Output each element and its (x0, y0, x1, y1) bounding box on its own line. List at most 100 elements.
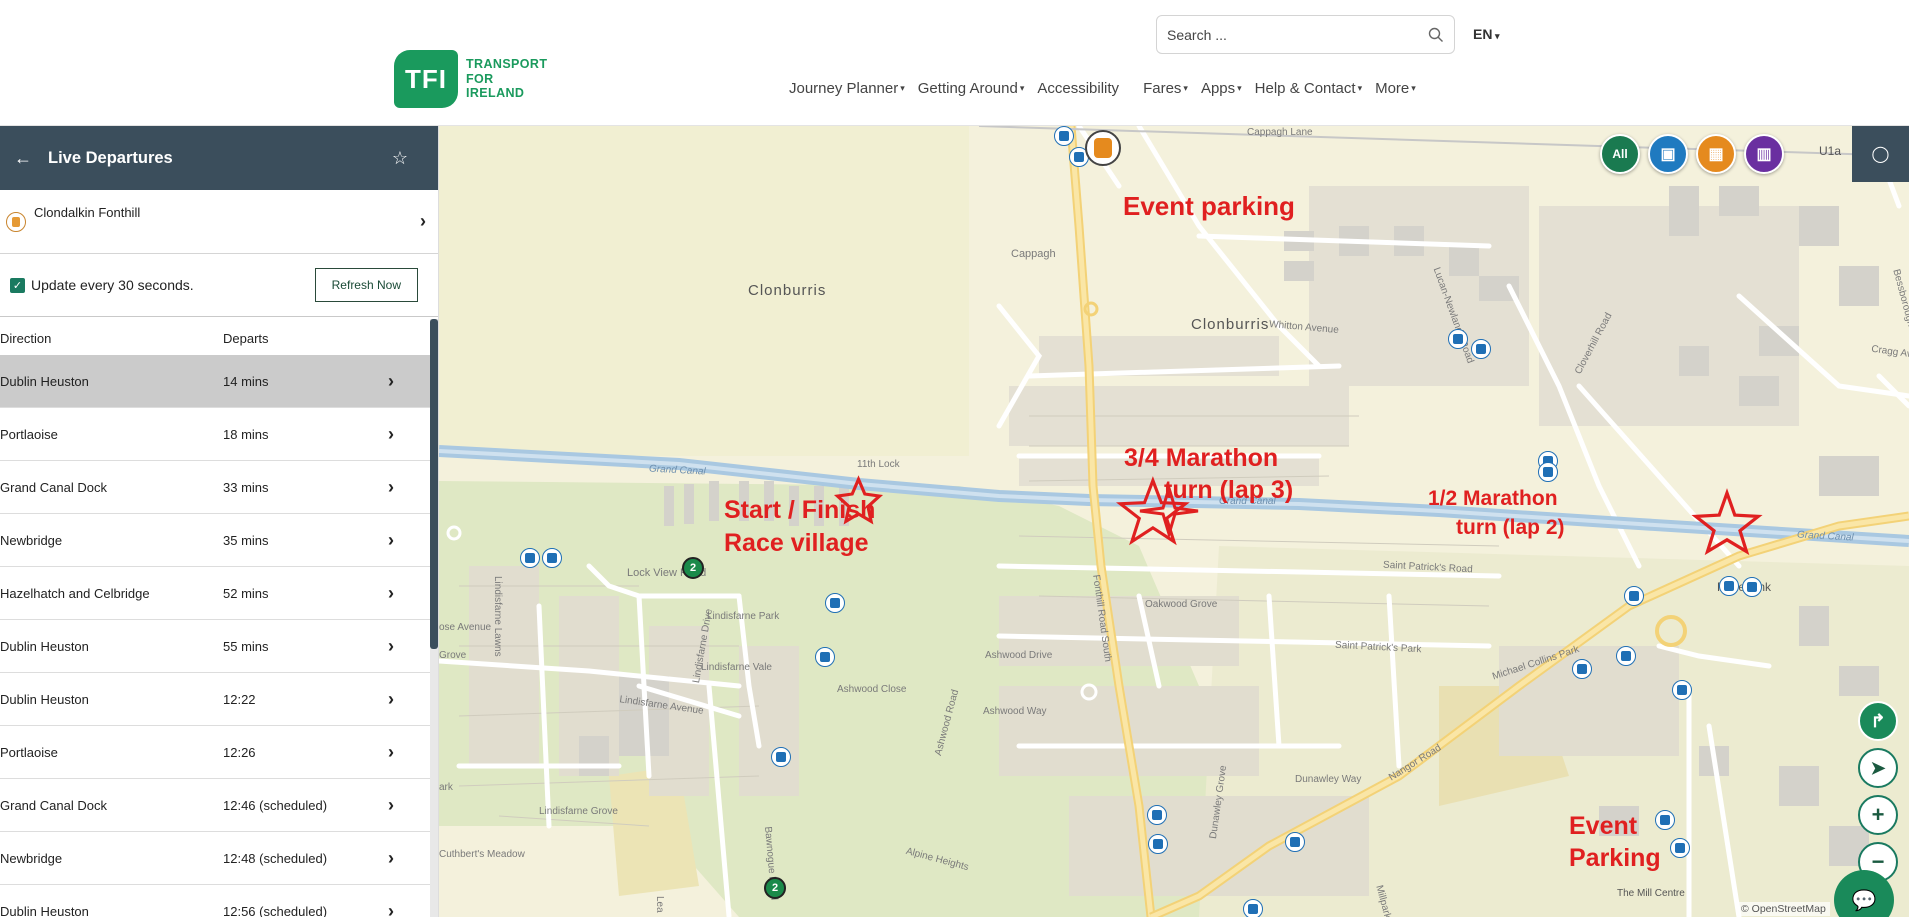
street-label: Grove (439, 650, 467, 661)
bus-stop-marker[interactable] (1719, 576, 1739, 596)
bus-icon (1248, 904, 1258, 914)
bus-icon (1453, 334, 1463, 344)
departure-row[interactable]: Grand Canal Dock 12:46 (scheduled) › (0, 779, 430, 832)
nav-item-label: Help & Contact (1254, 80, 1356, 97)
bus-stop-marker[interactable] (1147, 805, 1167, 825)
bus-stop-marker[interactable] (1742, 577, 1762, 597)
search-input[interactable] (1167, 26, 1428, 43)
bus-stop-marker[interactable] (771, 747, 791, 767)
bus-stop-marker[interactable] (815, 647, 835, 667)
departure-row[interactable]: Hazelhatch and Celbridge 52 mins › (0, 567, 430, 620)
tfi-logo[interactable]: TFI TRANSPORT FOR IRELAND (394, 50, 547, 108)
nav-item-label: More (1375, 80, 1410, 97)
chevron-down-icon: ▾ (1237, 83, 1242, 93)
locate-me-button[interactable]: ➤ (1858, 748, 1898, 788)
mode-filter-all[interactable]: All (1600, 134, 1640, 174)
street-label: Lindisfarne Grove (539, 806, 618, 817)
bus-stop-marker[interactable] (1471, 339, 1491, 359)
departure-time: 55 mins (223, 638, 269, 654)
train-station-marker[interactable] (1085, 130, 1121, 166)
bus-icon (525, 553, 535, 563)
departure-row[interactable]: Newbridge 35 mins › (0, 514, 430, 567)
bus-stop-marker[interactable] (1148, 834, 1168, 854)
bus-stop-marker[interactable] (1624, 586, 1644, 606)
departure-direction: Dublin Heuston (0, 373, 89, 389)
stop-selector[interactable]: Clondalkin Fonthill › (0, 190, 438, 254)
stop-cluster-badge[interactable]: 2 (764, 877, 786, 899)
departure-row[interactable]: Newbridge 12:48 (scheduled) › (0, 832, 430, 885)
nav-item[interactable]: Getting Around ▾ (918, 80, 1025, 97)
departure-time: 12:56 (scheduled) (223, 903, 328, 917)
bus-stop-marker[interactable] (825, 593, 845, 613)
bus-stop-marker[interactable] (520, 548, 540, 568)
chevron-right-icon: › (388, 370, 394, 391)
map-view[interactable]: Clonburris Clonburris Cappagh Rosebank G… (439, 126, 1909, 917)
nav-item[interactable]: Accessibility (1037, 80, 1119, 97)
bus-stop-marker[interactable] (1448, 329, 1468, 349)
bus-icon (1290, 837, 1300, 847)
departure-row[interactable]: Dublin Heuston 14 mins › (0, 355, 430, 408)
account-icon[interactable]: ◯ (1852, 126, 1909, 182)
search-icon[interactable] (1428, 27, 1444, 43)
bus-icon (1629, 591, 1639, 601)
back-arrow-icon[interactable]: ← (14, 148, 48, 169)
bus-stop-marker[interactable] (542, 548, 562, 568)
bus-icon (830, 598, 840, 608)
refresh-now-button[interactable]: Refresh Now (314, 268, 418, 302)
departure-row[interactable]: Dublin Heuston 12:22 › (0, 673, 430, 726)
auto-update-checkbox[interactable]: ✓ (10, 277, 25, 293)
departure-row[interactable]: Dublin Heuston 55 mins › (0, 620, 430, 673)
street-label: Lea (654, 896, 665, 913)
bus-stop-marker[interactable] (1054, 126, 1074, 146)
departure-row[interactable]: Portlaoise 12:26 › (0, 726, 430, 779)
bus-icon (1577, 664, 1587, 674)
departure-row[interactable]: Portlaoise 18 mins › (0, 408, 430, 461)
street-label: Lindisfarne Park (707, 611, 780, 622)
chevron-right-icon: › (420, 211, 426, 231)
departure-row[interactable]: Grand Canal Dock 33 mins › (0, 461, 430, 514)
bus-stop-marker[interactable] (1670, 838, 1690, 858)
area-label-cappagh: Cappagh (1011, 248, 1056, 260)
tram-icon[interactable]: ▥ (1744, 134, 1784, 174)
search-box[interactable] (1156, 15, 1455, 54)
bus-stop-marker[interactable] (1243, 899, 1263, 917)
bus-icon (820, 652, 830, 662)
language-selector[interactable]: EN ▾ (1473, 26, 1499, 42)
favourite-star-icon[interactable]: ☆ (392, 148, 408, 169)
nav-item[interactable]: Fares ▾ (1143, 80, 1188, 97)
scrollbar-thumb[interactable] (430, 319, 438, 649)
map-attribution: © OpenStreetMap (1737, 902, 1830, 916)
chevron-down-icon: ▾ (1183, 83, 1188, 93)
nav-item[interactable]: Journey Planner ▾ (789, 80, 905, 97)
bus-stop-marker[interactable] (1538, 462, 1558, 482)
street-label: Oakwood Grove (1145, 599, 1218, 610)
street-label: Cappagh Lane (1247, 127, 1313, 138)
departure-direction: Newbridge (0, 850, 63, 866)
stop-name: Clondalkin Fonthill (34, 205, 141, 220)
annotation-event-parking-bottom-l1: Event (1569, 812, 1638, 840)
nav-item[interactable]: Help & Contact ▾ (1255, 80, 1362, 97)
train-icon (1094, 138, 1112, 158)
stop-cluster-badge[interactable]: 2 (682, 557, 704, 579)
bus-stop-marker[interactable] (1616, 646, 1636, 666)
street-label: The Mill Centre (1617, 888, 1685, 899)
bus-stop-marker[interactable] (1655, 810, 1675, 830)
main-nav: Journey Planner ▾ Getting Around ▾ Accessibi… (789, 80, 1429, 97)
train-icon[interactable]: ▦ (1696, 134, 1736, 174)
area-label-clonburris-east: Clonburris (1191, 316, 1270, 333)
bus-stop-marker[interactable] (1672, 680, 1692, 700)
bus-icon[interactable]: ▣ (1648, 134, 1688, 174)
street-label: 11th Lock (857, 459, 900, 470)
directions-button[interactable]: ↱ (1858, 701, 1898, 741)
chevron-down-icon: ▾ (900, 83, 905, 93)
departure-row[interactable]: Dublin Heuston 12:56 (scheduled) › (0, 885, 430, 917)
zoom-in-button[interactable]: + (1858, 795, 1898, 835)
nav-item[interactable]: Apps ▾ (1201, 80, 1242, 97)
chevron-right-icon: › (388, 688, 394, 709)
street-label: ose Avenue (439, 622, 492, 633)
bus-stop-marker[interactable] (1285, 832, 1305, 852)
street-label: Ashwood Way (983, 706, 1047, 717)
annotation-event-parking-top: Event parking (1123, 191, 1295, 221)
bus-stop-marker[interactable] (1572, 659, 1592, 679)
nav-item[interactable]: More ▾ (1375, 80, 1416, 97)
